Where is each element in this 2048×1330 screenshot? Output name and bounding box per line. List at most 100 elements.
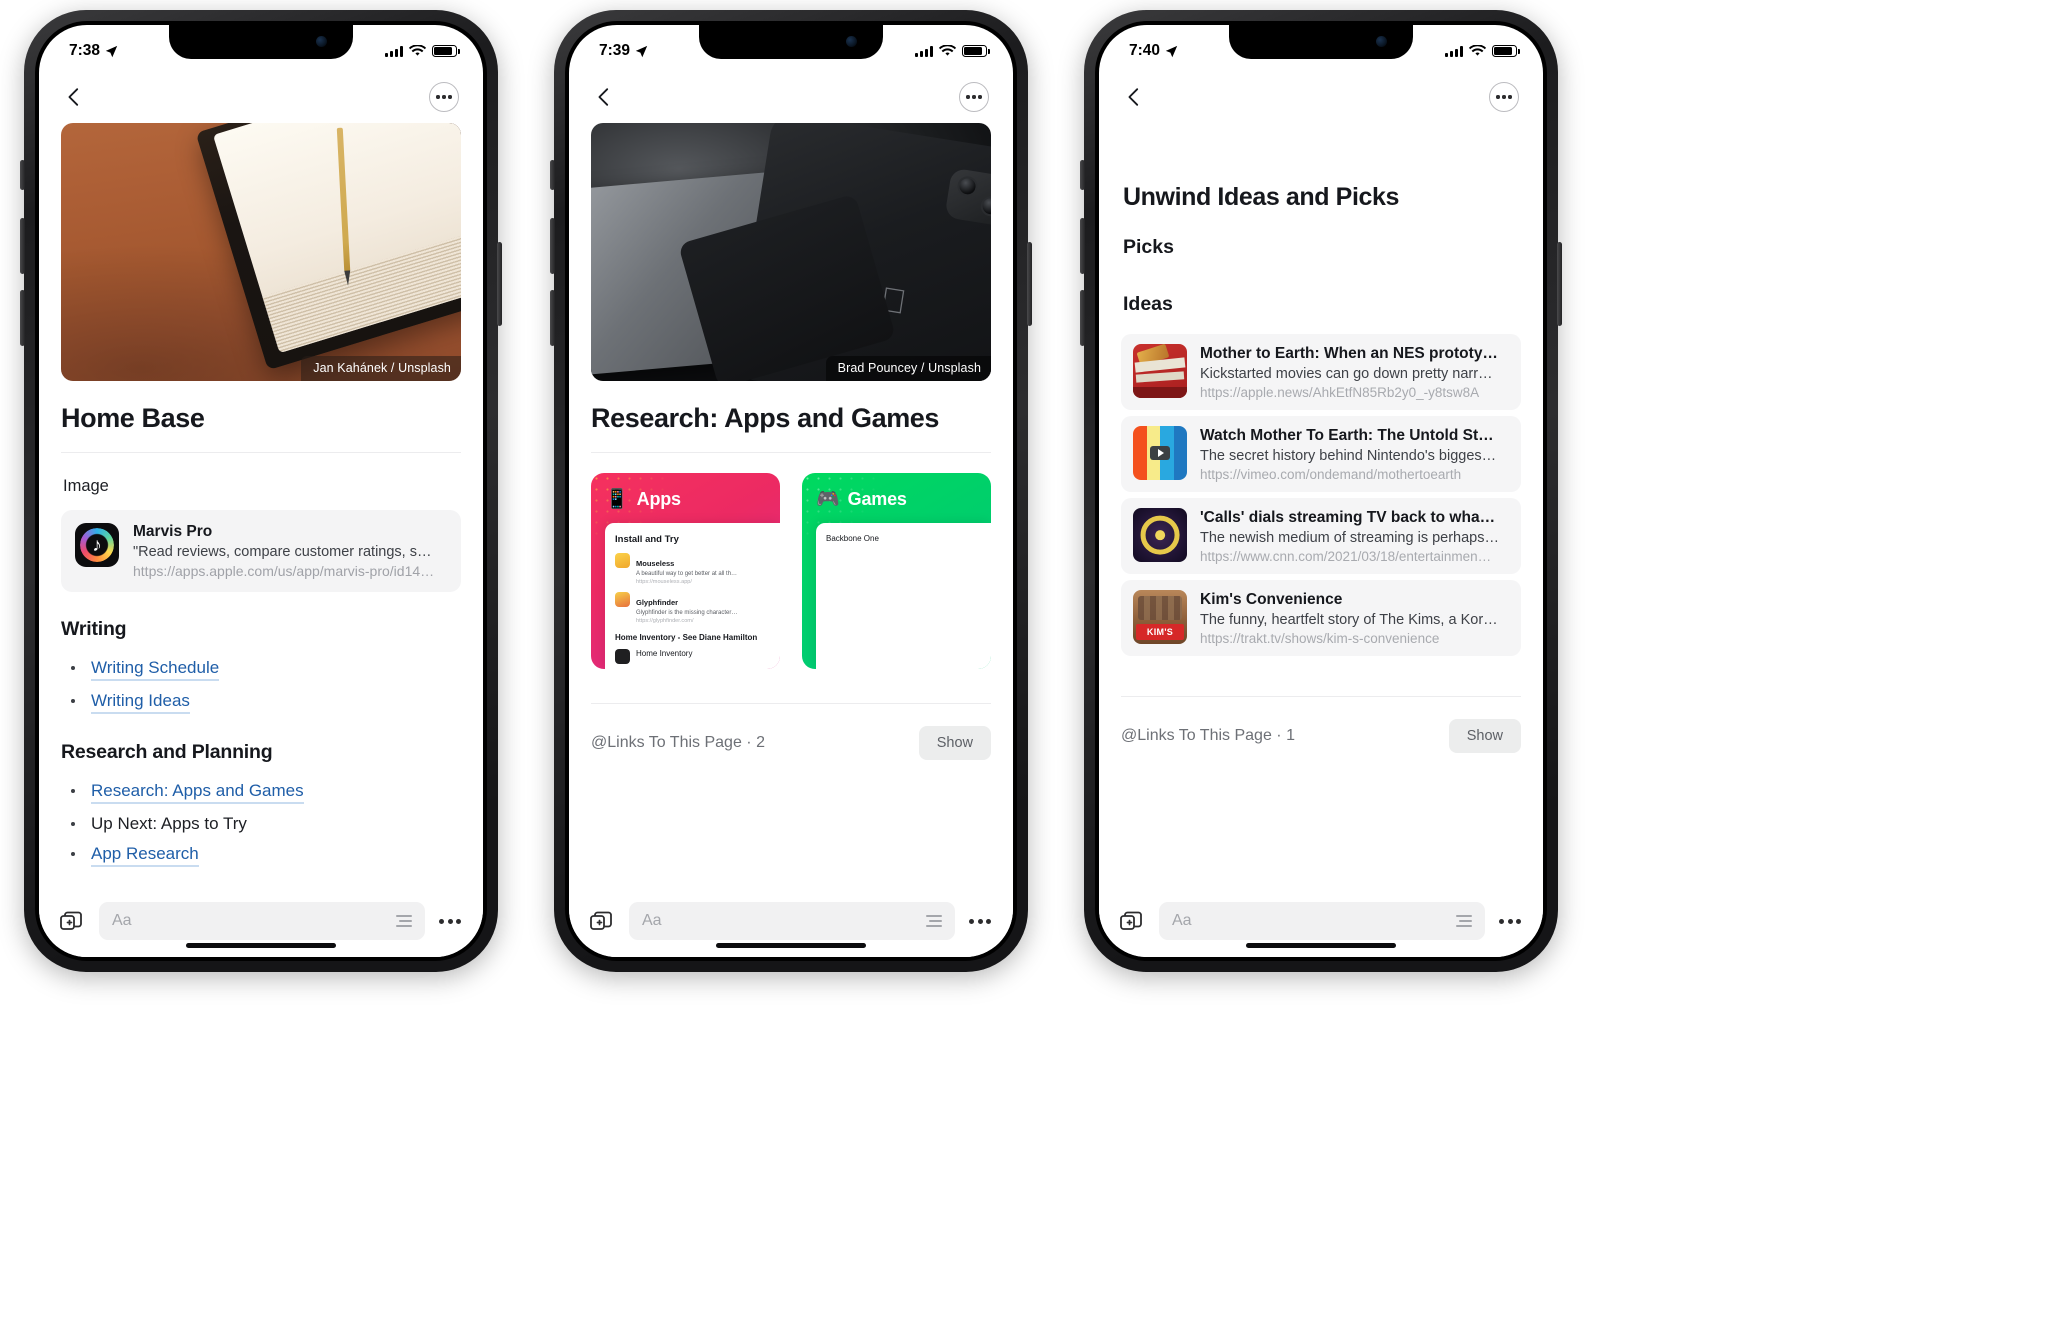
- phone-bezel: 7:39 Brad Pouncey / Unsplash Research: A…: [565, 21, 1017, 961]
- volume-up-button[interactable]: [1080, 218, 1085, 274]
- volume-down-button[interactable]: [1080, 290, 1085, 346]
- bullet-dot-icon: [71, 789, 75, 793]
- list-item[interactable]: 'Calls' dials streaming TV back to wha… …: [1121, 498, 1521, 574]
- preview-heading: Install and Try: [615, 534, 679, 545]
- ellipsis-icon[interactable]: [969, 918, 993, 924]
- phone-screen-2: 7:39 Brad Pouncey / Unsplash Research: A…: [569, 25, 1013, 957]
- chevron-left-icon[interactable]: [1123, 86, 1145, 108]
- macbook-iphone-photo: : [591, 123, 991, 381]
- list-item-url: https://apple.news/AhkEtfN85Rb2y0_-y8tsw…: [1200, 385, 1480, 400]
- list-item-url: https://trakt.tv/shows/kim-s-convenience: [1200, 631, 1440, 646]
- iphone-mockup-3: 7:40 Unwind Ideas and Picks Picks Ideas …: [1080, 10, 1562, 972]
- cellular-signal-icon: [915, 45, 933, 57]
- ellipsis-icon[interactable]: [1499, 918, 1523, 924]
- backlinks-bar: @Links To This Page · 1 Show: [1121, 696, 1521, 753]
- list-item[interactable]: Research: Apps and Games: [61, 776, 461, 809]
- cellular-signal-icon: [1445, 45, 1463, 57]
- show-backlinks-button[interactable]: Show: [1448, 719, 1521, 753]
- chevron-left-icon[interactable]: [593, 86, 615, 108]
- insert-block-icon[interactable]: [59, 909, 85, 933]
- ellipsis-circle-icon[interactable]: [429, 82, 459, 112]
- power-button[interactable]: [1557, 242, 1562, 326]
- volume-up-button[interactable]: [20, 218, 25, 274]
- status-bar: 7:40: [1099, 25, 1543, 71]
- power-button[interactable]: [497, 242, 502, 326]
- home-inventory-app-icon: [615, 648, 630, 664]
- page-title: Research: Apps and Games: [591, 403, 940, 433]
- link-card-title: Marvis Pro: [133, 523, 213, 540]
- hero-image-tech[interactable]:  Brad Pouncey / Unsplash: [591, 123, 991, 381]
- page-link[interactable]: Writing Ideas: [91, 691, 190, 714]
- phone-bezel: 7:40 Unwind Ideas and Picks Picks Ideas …: [1095, 21, 1547, 961]
- phone-screen-3: 7:40 Unwind Ideas and Picks Picks Ideas …: [1099, 25, 1543, 957]
- preview-row-title: Mouseless: [636, 559, 675, 568]
- text-format-icon[interactable]: [396, 915, 412, 927]
- text-input[interactable]: Aa: [629, 902, 955, 940]
- list-item[interactable]: Watch Mother To Earth: The Untold St… Th…: [1121, 416, 1521, 492]
- image-label: Image: [63, 477, 109, 495]
- power-button[interactable]: [1027, 242, 1032, 326]
- hero-image-notebook[interactable]: Jan Kahánek / Unsplash: [61, 123, 461, 381]
- hero-image-credit: Jan Kahánek / Unsplash: [301, 356, 461, 381]
- list-item[interactable]: Up Next: Apps to Try: [61, 809, 461, 839]
- nes-prototype-thumbnail: [1133, 344, 1187, 398]
- location-arrow-icon: [105, 45, 118, 57]
- ellipsis-circle-icon[interactable]: [959, 82, 989, 112]
- insert-block-icon[interactable]: [589, 909, 615, 933]
- page-title: Unwind Ideas and Picks: [1123, 183, 1400, 211]
- page-card-preview: Install and Try Mouseless A beautiful wa…: [605, 523, 780, 669]
- mute-switch[interactable]: [550, 160, 555, 190]
- mute-switch[interactable]: [1080, 160, 1085, 190]
- phone-bezel: 7:38 Jan Kahánek / Unsplash Home Base Im…: [35, 21, 487, 961]
- battery-icon: [1492, 45, 1520, 57]
- screenshot-stage: 7:38 Jan Kahánek / Unsplash Home Base Im…: [0, 0, 2048, 1330]
- text-input-placeholder: Aa: [642, 912, 662, 929]
- page-link[interactable]: Research: Apps and Games: [91, 781, 304, 804]
- text-input-placeholder: Aa: [1172, 912, 1192, 929]
- notebook-photo: [61, 123, 461, 381]
- content-fade: [39, 869, 483, 895]
- list-item[interactable]: Mother to Earth: When an NES prototy… Ki…: [1121, 334, 1521, 410]
- text-input[interactable]: Aa: [1159, 902, 1485, 940]
- notebook-shape: [195, 123, 461, 370]
- text-input[interactable]: Aa: [99, 902, 425, 940]
- text-format-icon[interactable]: [1456, 915, 1472, 927]
- marvis-pro-app-icon: ♪: [75, 523, 119, 567]
- page-card-apps[interactable]: 📱 Apps Install and Try Mouseless A beaut…: [591, 473, 780, 669]
- list-item-title: Watch Mother To Earth: The Untold St…: [1200, 427, 1494, 444]
- page-link[interactable]: App Research: [91, 844, 199, 867]
- ellipsis-icon[interactable]: [439, 918, 463, 924]
- mute-switch[interactable]: [20, 160, 25, 190]
- link-card-url: https://apps.apple.com/us/app/marvis-pro…: [133, 563, 435, 579]
- document-content-2:  Brad Pouncey / Unsplash Research: Apps…: [569, 123, 1013, 895]
- insert-block-icon[interactable]: [1119, 909, 1145, 933]
- list-item[interactable]: Writing Ideas: [61, 686, 461, 719]
- glyphfinder-app-icon: [615, 591, 630, 607]
- list-item[interactable]: KIM'S Kim's Convenience The funny, heart…: [1121, 580, 1521, 656]
- backlinks-label: @Links To This Page · 2: [591, 734, 765, 751]
- navigation-bar: [39, 71, 483, 123]
- page-link[interactable]: Writing Schedule: [91, 658, 220, 681]
- list-item[interactable]: Writing Schedule: [61, 653, 461, 686]
- show-backlinks-button[interactable]: Show: [918, 726, 991, 760]
- list-item-description: The newish medium of streaming is perhap…: [1200, 530, 1499, 546]
- phone-screen-1: 7:38 Jan Kahánek / Unsplash Home Base Im…: [39, 25, 483, 957]
- volume-up-button[interactable]: [550, 218, 555, 274]
- link-card-marvis-pro[interactable]: ♪ Marvis Pro "Read reviews, compare cust…: [61, 510, 461, 592]
- hero-image-credit: Brad Pouncey / Unsplash: [825, 356, 991, 381]
- chevron-left-icon[interactable]: [63, 86, 85, 108]
- text-format-icon[interactable]: [926, 915, 942, 927]
- wifi-icon: [409, 45, 426, 56]
- preview-row: Glyphfinder Glyphfinder is the missing c…: [615, 591, 770, 624]
- cellular-signal-icon: [385, 45, 403, 57]
- list-item[interactable]: App Research: [61, 839, 461, 872]
- page-card-games[interactable]: 🎮 Games Backbone One: [802, 473, 991, 669]
- page-title: Home Base: [61, 403, 205, 433]
- volume-down-button[interactable]: [550, 290, 555, 346]
- document-content-1: Jan Kahánek / Unsplash Home Base Image ♪…: [39, 123, 483, 895]
- list-item-title: Kim's Convenience: [1200, 591, 1343, 608]
- ellipsis-circle-icon[interactable]: [1489, 82, 1519, 112]
- volume-down-button[interactable]: [20, 290, 25, 346]
- preview-section-heading: Home Inventory - See Diane Hamilton: [615, 632, 758, 642]
- preview-row-title: Home Inventory: [636, 648, 693, 658]
